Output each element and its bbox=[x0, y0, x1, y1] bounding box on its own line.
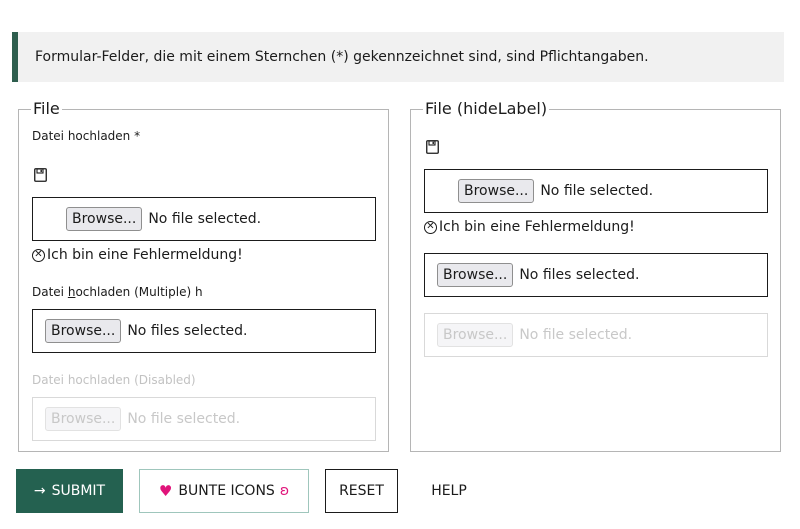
bunte-icons-label: BUNTE ICONS bbox=[178, 483, 275, 499]
help-label: HELP bbox=[431, 483, 467, 499]
fieldset-legend: File (hideLabel) bbox=[425, 99, 548, 118]
arrow-right-icon: → bbox=[33, 483, 46, 499]
help-button[interactable]: HELP bbox=[414, 469, 484, 513]
file-status: No file selected. bbox=[148, 211, 262, 227]
label-suffix: ochladen (Multiple) h bbox=[75, 285, 203, 299]
required-fields-notice: Formular-Felder, die mit einem Sternchen… bbox=[12, 32, 784, 82]
file-upload-disabled-label: Datei hochladen (Disabled) bbox=[32, 373, 196, 387]
file-input[interactable]: Browse... No file selected. bbox=[424, 169, 768, 213]
error-circle-x-icon: ✕ bbox=[424, 220, 437, 234]
bunte-icons-button[interactable]: ♥ BUNTE ICONS ʚ bbox=[139, 469, 309, 513]
notice-text: Formular-Felder, die mit einem Sternchen… bbox=[35, 49, 649, 65]
browse-button[interactable]: Browse... bbox=[437, 263, 514, 287]
error-message: ✕ Ich bin eine Fehlermeldung! bbox=[424, 219, 635, 235]
error-text: Ich bin eine Fehlermeldung! bbox=[439, 219, 635, 235]
heart-icon: ♥ bbox=[158, 482, 173, 500]
floppy-disk-icon bbox=[426, 140, 439, 154]
browse-button[interactable]: Browse... bbox=[66, 207, 143, 231]
browse-button[interactable]: Browse... bbox=[458, 179, 535, 203]
reset-label: RESET bbox=[339, 483, 384, 499]
file-input-multiple[interactable]: Browse... No files selected. bbox=[424, 253, 768, 297]
reset-button[interactable]: RESET bbox=[325, 469, 398, 513]
browse-button-disabled: Browse... bbox=[437, 323, 514, 347]
submit-button[interactable]: → SUBMIT bbox=[16, 469, 123, 513]
browse-button-disabled: Browse... bbox=[45, 407, 122, 431]
file-input-disabled: Browse... No file selected. bbox=[32, 397, 376, 441]
file-input-disabled: Browse... No file selected. bbox=[424, 313, 768, 357]
submit-label: SUBMIT bbox=[51, 483, 106, 499]
file-status: No file selected. bbox=[540, 183, 654, 199]
fieldset-legend: File bbox=[33, 99, 60, 118]
file-upload-label: Datei hochladen * bbox=[32, 129, 141, 143]
squirrel-icon: ʚ bbox=[279, 483, 290, 499]
file-input[interactable]: Browse... No file selected. bbox=[32, 197, 376, 241]
label-prefix: Datei bbox=[32, 285, 68, 299]
error-text: Ich bin eine Fehlermeldung! bbox=[47, 247, 243, 263]
error-circle-x-icon: ✕ bbox=[32, 248, 45, 262]
file-status: No file selected. bbox=[127, 411, 241, 427]
file-status: No files selected. bbox=[127, 323, 248, 339]
error-message: ✕ Ich bin eine Fehlermeldung! bbox=[32, 247, 243, 263]
browse-button[interactable]: Browse... bbox=[45, 319, 122, 343]
file-upload-multiple-label: Datei hochladen (Multiple) h bbox=[32, 285, 203, 299]
floppy-disk-icon bbox=[34, 168, 47, 182]
file-status: No files selected. bbox=[519, 267, 640, 283]
file-input-multiple[interactable]: Browse... No files selected. bbox=[32, 309, 376, 353]
file-status: No file selected. bbox=[519, 327, 633, 343]
